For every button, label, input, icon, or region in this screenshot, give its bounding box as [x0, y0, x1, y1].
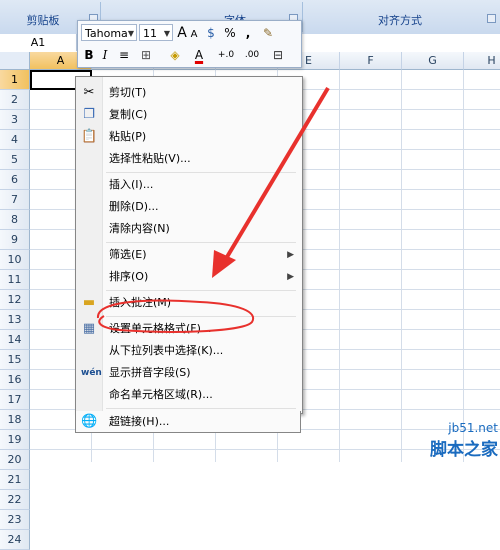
annotation-overlay	[97, 86, 330, 333]
row-header[interactable]: 22	[0, 490, 30, 510]
watermark-site: jb51.net	[448, 421, 498, 435]
row-header[interactable]: 23	[0, 510, 30, 530]
watermark: jb51.net 脚本之家	[430, 421, 498, 460]
row-header[interactable]: 21	[0, 470, 30, 490]
annotation-circle	[97, 299, 255, 333]
annotation-arrow-line	[222, 86, 330, 264]
watermark-brand: 脚本之家	[430, 440, 498, 460]
annotation-arrowhead	[212, 250, 236, 278]
row-header[interactable]: 24	[0, 530, 30, 550]
